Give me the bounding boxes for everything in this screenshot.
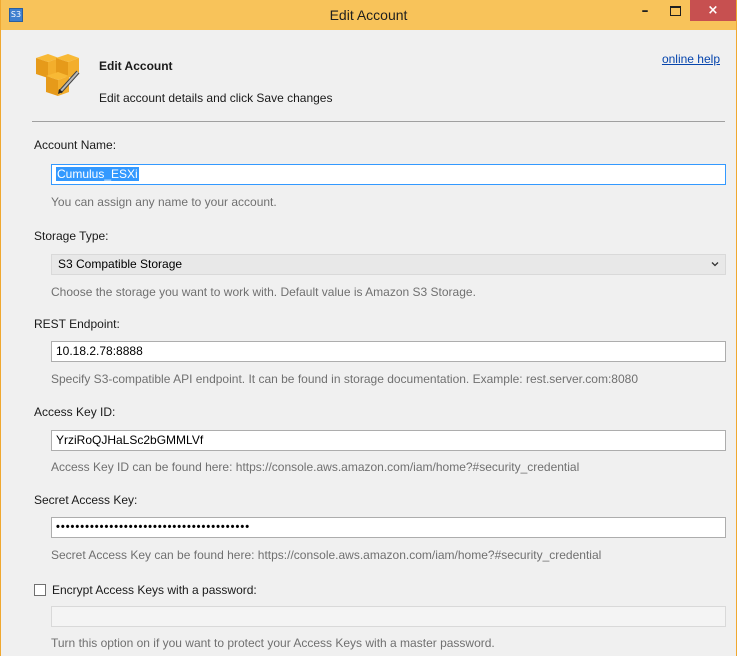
maximize-button[interactable] — [662, 0, 688, 21]
storage-type-value: S3 Compatible Storage — [58, 257, 183, 271]
rest-endpoint-hint: Specify S3-compatible API endpoint. It c… — [51, 372, 639, 386]
encrypt-keys-checkbox[interactable] — [34, 584, 46, 596]
access-key-id-hint: Access Key ID can be found here: https:/… — [51, 460, 580, 474]
title-bar[interactable]: S3 Edit Account – × — [1, 0, 736, 30]
access-key-id-input[interactable]: YrziRoQJHaLSc2bGMMLVf — [51, 430, 726, 451]
edit-account-window: S3 Edit Account – × Edit Account Edit ac… — [0, 0, 737, 656]
header-title: Edit Account — [99, 59, 173, 73]
maximize-icon — [669, 5, 681, 16]
account-name-hint: You can assign any name to your account. — [51, 195, 277, 209]
online-help-link[interactable]: online help — [662, 52, 720, 66]
encrypt-keys-label: Encrypt Access Keys with a password: — [52, 583, 257, 597]
master-password-input[interactable] — [51, 606, 726, 627]
header-description: Edit account details and click Save chan… — [99, 91, 333, 105]
account-name-input[interactable]: Cumulus_ESXi — [51, 164, 726, 185]
minimize-button[interactable]: – — [632, 0, 658, 21]
secret-access-key-hint: Secret Access Key can be found here: htt… — [51, 548, 602, 562]
window-title: Edit Account — [329, 7, 408, 23]
storage-type-hint: Choose the storage you want to work with… — [51, 285, 476, 299]
app-icon: S3 — [9, 8, 23, 22]
storage-type-label: Storage Type: — [34, 229, 109, 243]
s3-bucket-edit-icon — [36, 54, 80, 96]
secret-access-key-input[interactable]: •••••••••••••••••••••••••••••••••••••••• — [51, 517, 726, 538]
access-key-id-label: Access Key ID: — [34, 405, 116, 419]
rest-endpoint-input[interactable]: 10.18.2.78:8888 — [51, 341, 726, 362]
encrypt-keys-option[interactable]: Encrypt Access Keys with a password: — [34, 583, 257, 597]
chevron-down-icon — [711, 262, 719, 267]
account-name-value: Cumulus_ESXi — [56, 167, 139, 181]
secret-access-key-label: Secret Access Key: — [34, 493, 138, 507]
account-name-label: Account Name: — [34, 138, 117, 152]
rest-endpoint-label: REST Endpoint: — [34, 317, 120, 331]
dialog-header: Edit Account Edit account details and cl… — [1, 30, 736, 105]
header-divider — [32, 121, 725, 122]
close-button[interactable]: × — [690, 0, 736, 21]
storage-type-select[interactable]: S3 Compatible Storage — [51, 254, 726, 275]
encrypt-hint: Turn this option on if you want to prote… — [51, 636, 495, 650]
